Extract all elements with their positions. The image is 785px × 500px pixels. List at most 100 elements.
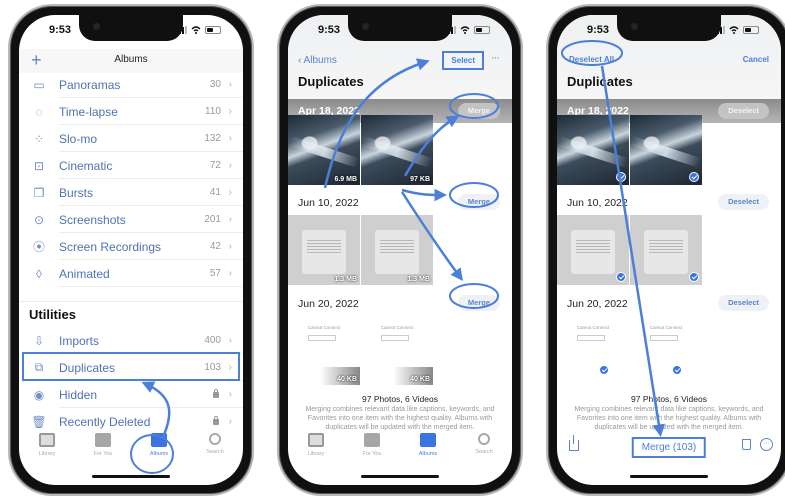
- album-row-slomo[interactable]: ⁘ Slo-mo 132 ›: [19, 125, 243, 152]
- screenshot-thumbnail[interactable]: [630, 215, 702, 285]
- album-label: Screen Recordings: [59, 239, 162, 254]
- group-date: Jun 20, 2022: [298, 298, 359, 310]
- tab-for-you[interactable]: For You: [75, 431, 131, 467]
- notch: [348, 15, 452, 41]
- utilities-list: ⇩ Imports 400 › ⧉ Duplicates 103 › ◉ Hidden › 🗑 R…: [19, 327, 243, 435]
- album-row-bursts[interactable]: ❒ Bursts 41 ›: [19, 179, 243, 206]
- group-header: Jun 10, 2022 Deselect: [557, 191, 781, 215]
- chevron-right-icon: ›: [228, 416, 232, 427]
- duplicate-thumbs: [557, 115, 702, 185]
- duplicate-thumbs: Cannot Connect 40 KB Cannot Connect 40 KB: [288, 315, 433, 385]
- select-mode-screen: 9:53 Deselect All Cancel Duplicates Apr …: [557, 15, 781, 485]
- album-label: Time-lapse: [59, 104, 118, 119]
- photo-thumbnail[interactable]: [557, 115, 629, 185]
- animated-icon: ◊: [36, 266, 42, 281]
- photo-thumbnail[interactable]: 6.9 MB: [288, 115, 360, 185]
- home-indicator: [361, 475, 439, 478]
- checkmark-icon: [616, 272, 626, 282]
- for-you-icon: [95, 433, 111, 447]
- album-count: 57: [209, 268, 221, 279]
- screenshot-thumbnail[interactable]: Cannot Connect 40 KB: [361, 315, 433, 385]
- notch: [79, 15, 183, 41]
- chevron-right-icon: ›: [228, 268, 232, 279]
- album-row-panoramas[interactable]: ▭ Panoramas 30 ›: [19, 71, 243, 98]
- file-size: 40 KB: [337, 376, 357, 383]
- tab-search[interactable]: Search: [456, 431, 512, 467]
- screenshot-thumbnail[interactable]: 1.3 MB: [361, 215, 433, 285]
- lock-icon: [213, 416, 219, 425]
- album-label: Cinematic: [59, 158, 113, 173]
- battery-icon: [474, 26, 490, 34]
- album-row-imports[interactable]: ⇩ Imports 400 ›: [19, 327, 243, 354]
- chevron-right-icon: ›: [228, 214, 232, 225]
- select-button[interactable]: Select: [442, 51, 484, 70]
- merge-button[interactable]: Merge: [457, 103, 500, 119]
- album-row-screen-recordings[interactable]: ⦿ Screen Recordings 42 ›: [19, 233, 243, 260]
- search-icon: [209, 433, 221, 445]
- tab-library[interactable]: Library: [19, 431, 75, 467]
- photo-thumbnail[interactable]: [630, 115, 702, 185]
- duplicates-screen: 9:53 ‹ Albums Select ··· Duplicates Apr …: [288, 15, 512, 485]
- screenshot-thumbnail[interactable]: [557, 215, 629, 285]
- share-icon[interactable]: [569, 435, 579, 451]
- album-label: Screenshots: [59, 212, 126, 227]
- tab-search[interactable]: Search: [187, 431, 243, 467]
- album-row-animated[interactable]: ◊ Animated 57 ›: [19, 260, 243, 287]
- phone-duplicates: 9:53 ‹ Albums Select ··· Duplicates Apr …: [277, 4, 523, 496]
- tab-albums[interactable]: Albums: [131, 431, 187, 467]
- duplicates-highlight: [22, 352, 240, 381]
- tab-label: Albums: [149, 451, 169, 457]
- trash-icon: 🗑: [31, 414, 47, 429]
- more-icon[interactable]: ···: [760, 438, 773, 451]
- phone-select-mode: 9:53 Deselect All Cancel Duplicates Apr …: [546, 4, 785, 496]
- back-albums-button[interactable]: ‹ Albums: [298, 55, 337, 66]
- timelapse-icon: ◌: [35, 104, 43, 119]
- page-title: Duplicates: [298, 74, 364, 89]
- more-options-button[interactable]: ···: [491, 52, 500, 64]
- tab-for-you[interactable]: For You: [344, 431, 400, 467]
- screenshot-thumbnail[interactable]: Cannot Connect: [630, 315, 702, 385]
- deselect-button[interactable]: Deselect: [718, 194, 769, 210]
- hidden-eye-icon: ◉: [33, 387, 45, 402]
- thumb-caption: Cannot Connect: [576, 325, 610, 330]
- deselect-all-button[interactable]: Deselect All: [569, 55, 614, 64]
- phone-albums: 9:53 + Albums ▭ Panoramas 30 › ◌ Time-lapse 1…: [8, 4, 254, 496]
- status-time: 9:53: [587, 24, 610, 36]
- album-row-screenshots[interactable]: ⊙ Screenshots 201 ›: [19, 206, 243, 233]
- file-size: 1.3 MB: [407, 276, 430, 283]
- album-label: Animated: [59, 266, 110, 281]
- file-size: 6.9 MB: [334, 176, 357, 183]
- deselect-button[interactable]: Deselect: [718, 295, 769, 311]
- albums-icon: [151, 433, 167, 447]
- notch: [617, 15, 721, 41]
- album-row-cinematic[interactable]: ⊡ Cinematic 72 ›: [19, 152, 243, 179]
- library-icon: [39, 433, 55, 447]
- summary-description: Merging combines relevant data like capt…: [305, 406, 495, 431]
- photo-thumbnail[interactable]: 97 KB: [361, 115, 433, 185]
- album-row-timelapse[interactable]: ◌ Time-lapse 110 ›: [19, 98, 243, 125]
- deselect-button[interactable]: Deselect: [718, 103, 769, 119]
- section-divider: [19, 301, 243, 302]
- screenshot-thumbnail[interactable]: Cannot Connect: [557, 315, 629, 385]
- slomo-icon: ⁘: [33, 131, 45, 146]
- album-count: 72: [209, 160, 221, 171]
- group-date: Jun 20, 2022: [567, 298, 628, 310]
- library-icon: [308, 433, 324, 447]
- album-label: Imports: [59, 333, 100, 348]
- album-count: 400: [204, 335, 221, 346]
- cancel-button[interactable]: Cancel: [743, 55, 769, 64]
- duplicate-thumbs: Cannot Connect Cannot Connect: [557, 315, 702, 385]
- screenshot-thumbnail[interactable]: 1.3 MB: [288, 215, 360, 285]
- thumb-caption: Cannot Connect: [649, 325, 683, 330]
- trash-icon[interactable]: [742, 439, 751, 450]
- tab-label: For You: [93, 451, 113, 457]
- merge-selected-button[interactable]: Merge (103): [631, 437, 707, 458]
- tab-albums[interactable]: Albums: [400, 431, 456, 467]
- merge-button[interactable]: Merge: [457, 194, 500, 210]
- album-row-hidden[interactable]: ◉ Hidden ›: [19, 381, 243, 408]
- merge-button[interactable]: Merge: [457, 295, 500, 311]
- summary-count: 97 Photos, 6 Videos: [631, 394, 707, 404]
- tab-library[interactable]: Library: [288, 431, 344, 467]
- home-indicator: [630, 475, 708, 478]
- screenshot-thumbnail[interactable]: Cannot Connect 40 KB: [288, 315, 360, 385]
